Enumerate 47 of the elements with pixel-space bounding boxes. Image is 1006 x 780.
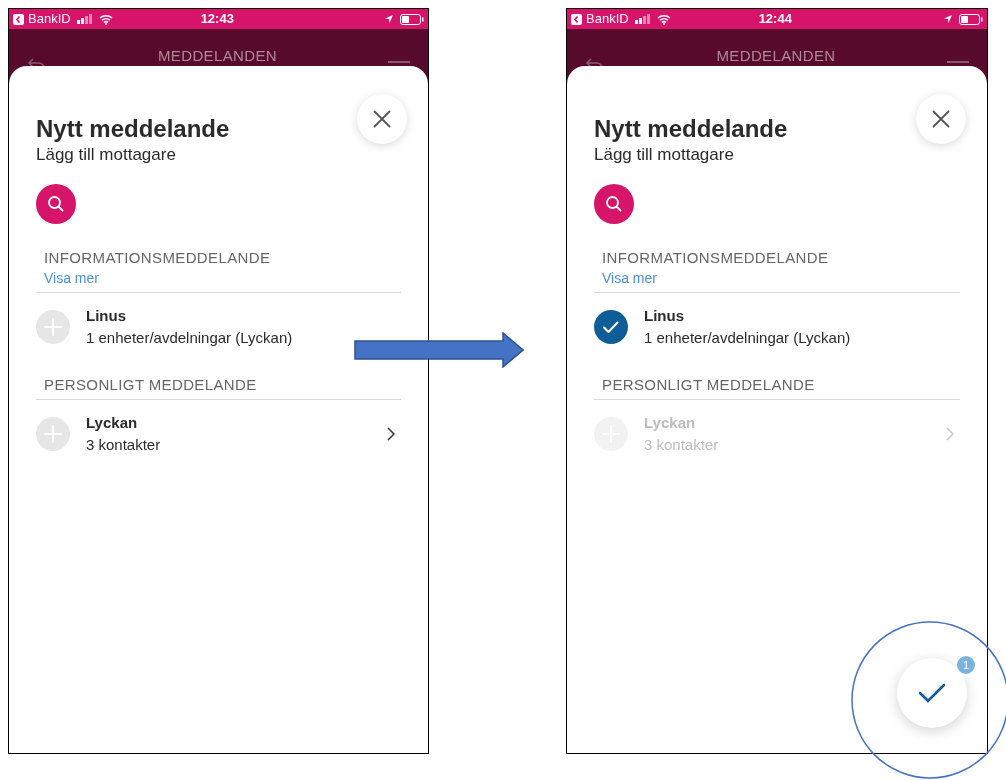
- back-app-icon[interactable]: [13, 13, 24, 25]
- signal-icon: [76, 14, 95, 24]
- clock-time: 12:43: [200, 10, 234, 29]
- recipient-name: Lyckan: [644, 413, 697, 433]
- close-icon: [372, 109, 392, 129]
- back-app-icon[interactable]: [571, 13, 582, 25]
- checkmark-icon: [918, 683, 946, 703]
- section-heading: INFORMATIONSMEDDELANDE: [44, 248, 272, 268]
- chevron-right-icon[interactable]: [387, 427, 395, 441]
- section-heading: PERSONLIGT MEDDELANDE: [44, 375, 258, 395]
- search-icon: [605, 195, 623, 213]
- modal-subtitle: Lägg till mottagare: [36, 144, 177, 166]
- search-button[interactable]: [36, 184, 76, 224]
- recipient-row[interactable]: Linus 1 enheter/avdelningar (Lyckan): [594, 293, 960, 361]
- recipient-detail: 1 enheter/avdelningar (Lyckan): [644, 328, 852, 348]
- check-circle-icon[interactable]: [594, 310, 628, 344]
- recipient-detail: 3 kontakter: [644, 435, 720, 455]
- header-title: MEDDELANDEN: [716, 48, 836, 64]
- battery-icon: [400, 13, 424, 25]
- recipient-detail: 3 kontakter: [86, 435, 162, 455]
- location-arrow-icon: [943, 14, 953, 24]
- count-badge: 1: [955, 654, 977, 676]
- modal-title: Nytt meddelande: [594, 114, 788, 144]
- wifi-icon: [656, 13, 671, 25]
- battery-icon: [959, 13, 983, 25]
- header-title: MEDDELANDEN: [157, 48, 278, 64]
- close-button[interactable]: [916, 94, 966, 144]
- recipient-name: Linus: [644, 306, 685, 326]
- carrier-label: BankID: [28, 10, 71, 29]
- close-icon: [931, 109, 951, 129]
- recipient-row[interactable]: Lyckan 3 kontakter: [36, 400, 401, 468]
- search-icon: [47, 195, 65, 213]
- recipient-name: Lyckan: [86, 413, 139, 433]
- carrier-label: BankID: [586, 10, 629, 29]
- location-arrow-icon: [384, 14, 394, 24]
- section-heading: INFORMATIONSMEDDELANDE: [602, 248, 830, 268]
- modal-subtitle: Lägg till mottagare: [594, 144, 735, 166]
- signal-icon: [634, 14, 653, 24]
- wifi-icon: [98, 13, 113, 25]
- search-button[interactable]: [594, 184, 634, 224]
- close-button[interactable]: [357, 94, 407, 144]
- recipient-detail: 1 enheter/avdelningar (Lyckan): [86, 328, 294, 348]
- recipient-name: Linus: [86, 306, 127, 326]
- clock-time: 12:44: [758, 10, 792, 29]
- recipient-row[interactable]: Linus 1 enheter/avdelningar (Lyckan): [36, 293, 401, 361]
- section-heading: PERSONLIGT MEDDELANDE: [602, 375, 816, 395]
- modal-title: Nytt meddelande: [36, 114, 230, 144]
